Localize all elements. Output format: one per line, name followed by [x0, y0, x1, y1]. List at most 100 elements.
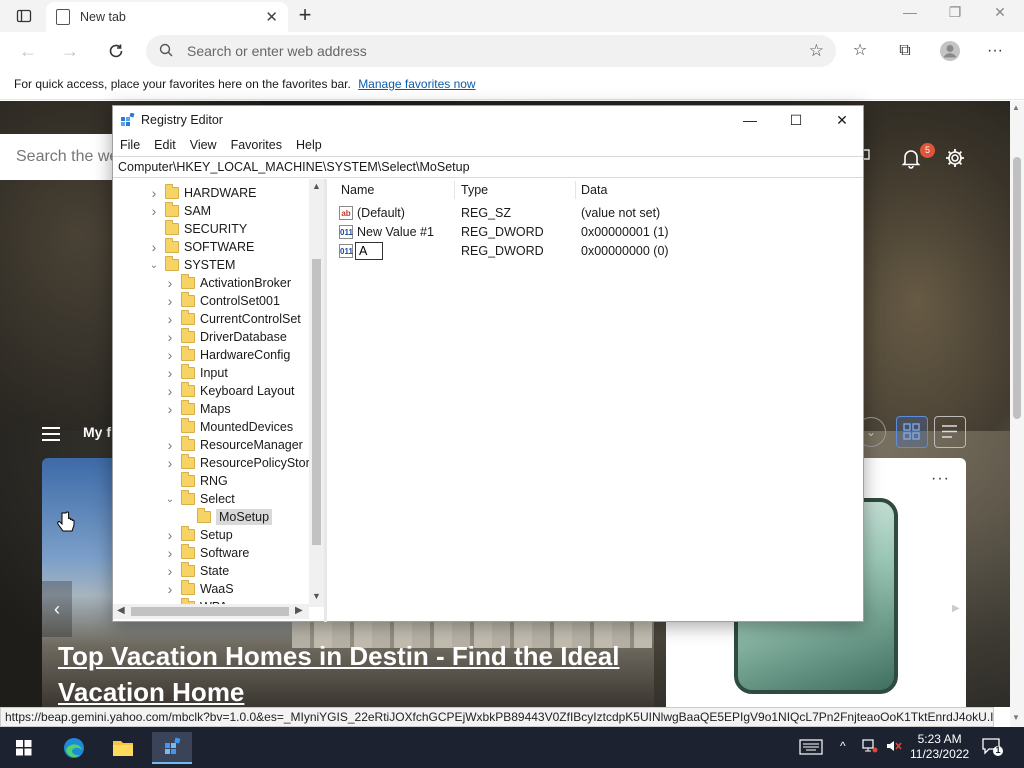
card-more-options-icon[interactable]: ···	[931, 470, 950, 488]
action-center-icon[interactable]: 1	[982, 737, 1004, 757]
registry-maximize-button[interactable]: ☐	[773, 108, 819, 132]
edge-taskbar-icon[interactable]	[54, 732, 94, 764]
tree-key-select[interactable]: ⌄ Select	[163, 490, 235, 508]
forward-button[interactable]: →	[58, 40, 82, 62]
scroll-up-icon[interactable]: ▲	[1012, 103, 1020, 112]
expand-chevron-icon[interactable]: ›	[163, 365, 177, 381]
tree-key-mosetup[interactable]: MoSetup	[179, 508, 273, 526]
menu-help[interactable]: Help	[289, 134, 329, 156]
tree-key-controlset001[interactable]: › ControlSet001	[163, 292, 280, 310]
column-divider[interactable]	[454, 181, 455, 199]
tree-key-resourcepolicystore[interactable]: › ResourcePolicyStore	[163, 454, 317, 472]
value-row[interactable]: ab (Default) REG_SZ (value not set)	[333, 204, 862, 223]
settings-more-icon[interactable]: ···	[983, 39, 1007, 63]
add-favorite-icon[interactable]: ☆	[809, 41, 824, 61]
tree-key-rng[interactable]: RNG	[163, 472, 228, 490]
registry-address-bar[interactable]: Computer\HKEY_LOCAL_MACHINE\SYSTEM\Selec…	[113, 156, 863, 178]
tree-key-hardware[interactable]: › HARDWARE	[147, 184, 256, 202]
tree-key-setup[interactable]: › Setup	[163, 526, 233, 544]
expand-chevron-icon[interactable]: ›	[163, 347, 177, 363]
expand-chevron-icon[interactable]: ›	[163, 563, 177, 579]
menu-view[interactable]: View	[183, 134, 224, 156]
minimize-browser-button[interactable]: —	[893, 4, 927, 26]
address-bar[interactable]: ☆	[146, 35, 836, 67]
page-scrollbar[interactable]: ▲ ▼	[1010, 101, 1024, 727]
tree-key-maps[interactable]: › Maps	[163, 400, 231, 418]
close-tab-icon[interactable]: ✕	[265, 8, 278, 26]
tree-key-hardwareconfig[interactable]: › HardwareConfig	[163, 346, 290, 364]
expand-chevron-icon[interactable]: ›	[147, 203, 161, 219]
page-settings-gear-icon[interactable]	[944, 147, 966, 169]
news-headline[interactable]: Top Vacation Homes in Destin - Find the …	[58, 638, 648, 707]
language-keyboard-icon[interactable]	[799, 739, 823, 758]
menu-file[interactable]: File	[113, 134, 147, 156]
tree-key-resourcemanager[interactable]: › ResourceManager	[163, 436, 303, 454]
expand-chevron-icon[interactable]: ›	[163, 329, 177, 345]
page-scroll-thumb[interactable]	[1013, 157, 1021, 419]
expand-chevron-icon[interactable]: ›	[163, 311, 177, 327]
start-button[interactable]	[4, 732, 44, 764]
tree-key-currentcontrolset[interactable]: › CurrentControlSet	[163, 310, 301, 328]
tree-key-activationbroker[interactable]: › ActivationBroker	[163, 274, 291, 292]
expand-chevron-icon[interactable]: ›	[147, 239, 161, 255]
address-input[interactable]	[187, 39, 747, 63]
notifications-bell-icon[interactable]	[900, 147, 922, 169]
grid-view-button[interactable]	[896, 416, 928, 448]
restore-browser-button[interactable]: ❐	[938, 4, 972, 26]
scroll-down-icon[interactable]: ▼	[1012, 713, 1020, 722]
tree-key-input[interactable]: › Input	[163, 364, 228, 382]
tree-scroll-down-icon[interactable]: ▼	[312, 591, 321, 601]
tree-key-sam[interactable]: › SAM	[147, 202, 211, 220]
value-row[interactable]: 011 REG_DWORD 0x00000000 (0)	[333, 242, 862, 261]
tree-scroll-right-icon[interactable]: ▶	[295, 605, 303, 616]
registry-close-button[interactable]: ✕	[819, 108, 865, 132]
expand-chevron-icon[interactable]: ›	[163, 275, 177, 291]
tree-key-waas[interactable]: › WaaS	[163, 580, 234, 598]
tree-key-software[interactable]: › Software	[163, 544, 249, 562]
tree-key-state[interactable]: › State	[163, 562, 229, 580]
column-header-data[interactable]: Data	[581, 183, 607, 197]
collections-icon[interactable]: ⧉	[893, 39, 917, 63]
column-divider[interactable]	[575, 181, 576, 199]
menu-edit[interactable]: Edit	[147, 134, 183, 156]
tree-key-software[interactable]: › SOFTWARE	[147, 238, 254, 256]
file-explorer-taskbar-icon[interactable]	[103, 732, 143, 764]
expand-chevron-icon[interactable]: ›	[163, 293, 177, 309]
back-button[interactable]: ←	[16, 40, 40, 62]
registry-title-bar[interactable]: Registry Editor — ☐ ✕	[113, 106, 863, 134]
system-clock[interactable]: 5:23 AM 11/23/2022	[910, 732, 969, 762]
tree-hscroll-thumb[interactable]	[131, 607, 289, 616]
tree-key-mounteddevices[interactable]: MountedDevices	[163, 418, 293, 436]
manage-favorites-link[interactable]: Manage favorites now	[358, 77, 475, 91]
menu-hamburger-icon[interactable]	[42, 427, 60, 441]
favorites-icon[interactable]: ☆	[848, 39, 872, 63]
tree-horizontal-scrollbar[interactable]: ◀ ▶	[113, 604, 309, 619]
expand-chevron-icon[interactable]: ›	[163, 455, 177, 471]
list-view-button[interactable]	[934, 416, 966, 448]
expand-chevron-icon[interactable]: ›	[147, 185, 161, 201]
expand-chevron-icon[interactable]: ›	[163, 383, 177, 399]
volume-muted-icon[interactable]	[886, 739, 902, 756]
menu-favorites[interactable]: Favorites	[224, 134, 289, 156]
tab-actions-icon[interactable]	[8, 4, 40, 28]
column-header-type[interactable]: Type	[461, 183, 488, 197]
registry-minimize-button[interactable]: —	[727, 108, 773, 132]
new-tab-button[interactable]: +	[292, 3, 318, 29]
registry-editor-taskbar-icon[interactable]	[152, 732, 192, 764]
expand-chevron-icon[interactable]: ›	[163, 437, 177, 453]
carousel-previous-button[interactable]: ‹	[42, 581, 72, 637]
column-header-name[interactable]: Name	[341, 183, 374, 197]
carousel-next-icon[interactable]: ▶	[952, 603, 960, 614]
collapse-chevron-icon[interactable]: ⌄	[163, 494, 177, 505]
tab-new-tab[interactable]: New tab ✕	[46, 2, 288, 32]
value-row[interactable]: 011 New Value #1 REG_DWORD 0x00000001 (1)	[333, 223, 862, 242]
expand-chevron-icon[interactable]: ›	[163, 527, 177, 543]
profile-avatar[interactable]	[938, 39, 962, 63]
tree-key-keyboard-layout[interactable]: › Keyboard Layout	[163, 382, 295, 400]
close-browser-button[interactable]: ✕	[983, 4, 1017, 26]
collapse-chevron-icon[interactable]: ⌄	[147, 260, 161, 271]
tree-key-driverdatabase[interactable]: › DriverDatabase	[163, 328, 287, 346]
my-feed-label[interactable]: My f	[83, 424, 111, 440]
tree-key-system[interactable]: ⌄ SYSTEM	[147, 256, 235, 274]
tree-scroll-thumb[interactable]	[312, 259, 321, 545]
